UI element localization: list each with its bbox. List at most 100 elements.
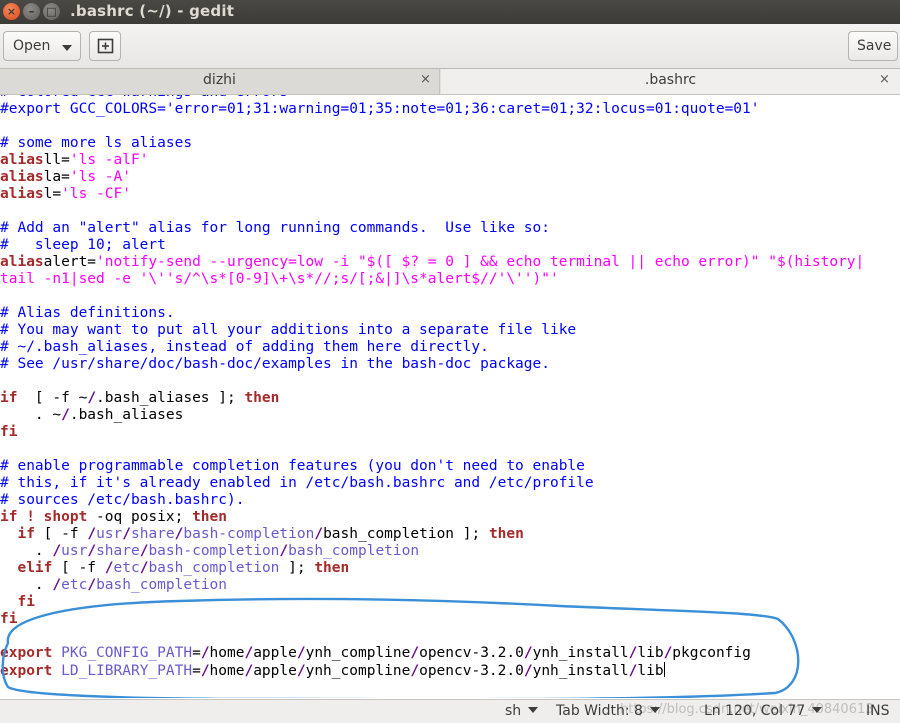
code-line[interactable]: tail -n1|sed -e '\''s/^\s*[0-9]\+\s*//;s… [0, 271, 864, 288]
code-token: if [17, 526, 35, 542]
code-line[interactable]: fi [0, 594, 864, 611]
code-line[interactable]: . /etc/bash_completion [0, 577, 864, 594]
code-line[interactable]: fi [0, 424, 864, 441]
code-line[interactable]: # sleep 10; alert [0, 237, 864, 254]
code-token: / [87, 543, 97, 559]
code-line[interactable]: # Add an "alert" alias for long running … [0, 220, 864, 237]
code-token: / [663, 645, 673, 661]
code-line[interactable]: # ~/.bash_aliases, instead of adding the… [0, 339, 864, 356]
code-token: -oq posix; [87, 509, 193, 525]
code-token: alias [0, 152, 44, 168]
code-token: ynh_compline [305, 663, 411, 679]
code-line[interactable]: # some more ls aliases [0, 135, 864, 152]
tab-dizhi[interactable]: dizhi × [0, 69, 440, 94]
code-line[interactable]: # enable programmable completion feature… [0, 458, 864, 475]
window-title: .bashrc (~/) - gedit [70, 2, 235, 20]
code-line[interactable]: # sources /etc/bash.bashrc). [0, 492, 864, 509]
save-button-label: Save [857, 38, 892, 54]
code-line[interactable]: fi [0, 611, 864, 628]
code-token: etc [61, 577, 88, 593]
code-token: #export GCC_COLORS='error=01;31:warning=… [0, 101, 760, 117]
code-token: share [131, 526, 175, 542]
code-token: alias [0, 169, 44, 185]
code-line[interactable]: if [ -f /usr/share/bash-completion/bash_… [0, 526, 864, 543]
text-editor-area[interactable]: # colored GCC warnings and errors#export… [0, 95, 900, 698]
code-token: / [87, 390, 97, 406]
code-token: # Add an "alert" alias for long running … [0, 220, 550, 236]
close-icon[interactable]: × [879, 72, 890, 87]
window-close-button[interactable]: × [3, 3, 20, 20]
code-token: then [488, 526, 524, 542]
code-line[interactable]: aliasla='ls -A' [0, 169, 864, 186]
code-token: / [244, 663, 254, 679]
code-line[interactable]: # Alias definitions. [0, 305, 864, 322]
code-line[interactable]: export LD_LIBRARY_PATH=/home/apple/ynh_c… [0, 662, 864, 679]
code-token: / [122, 526, 131, 542]
code-line[interactable] [0, 373, 864, 390]
code-line[interactable] [0, 118, 864, 135]
code-token: home [209, 645, 245, 661]
code-token: / [523, 663, 533, 679]
code-token: l= [43, 186, 62, 202]
code-line[interactable]: elif [ -f /etc/bash_completion ]; then [0, 560, 864, 577]
code-token: / [200, 663, 210, 679]
code-token: . ~ [0, 407, 62, 423]
window-minimize-button[interactable]: – [23, 3, 40, 20]
code-token: alias [0, 254, 44, 270]
code-line[interactable]: . /usr/share/bash-completion/bash_comple… [0, 543, 864, 560]
code-token: PKG_CONFIG_PATH [61, 645, 193, 661]
tab-label: .bashrc [644, 72, 697, 88]
code-token: / [279, 543, 289, 559]
new-tab-icon [97, 38, 114, 54]
code-token: / [87, 577, 97, 593]
code-token: / [52, 543, 62, 559]
code-token: = [192, 645, 201, 661]
code-token: bash_completion [288, 543, 420, 559]
code-view[interactable]: # colored GCC warnings and errors#export… [0, 95, 864, 679]
close-icon[interactable]: × [420, 72, 431, 87]
code-token: ]; [279, 560, 315, 576]
text-cursor [663, 662, 665, 677]
cursor-position-selector[interactable]: Ln 120, Col 77 [704, 703, 823, 719]
code-token: tail -n1|sed -e '\''s/^\s*[0-9]\+\s*//;s… [0, 271, 559, 287]
code-line[interactable] [0, 288, 864, 305]
code-line[interactable]: # this, if it's already enabled in /etc/… [0, 475, 864, 492]
code-token: alias [0, 186, 44, 202]
code-token: [ -f [52, 560, 105, 576]
code-token: # colored GCC warnings and errors [0, 95, 288, 100]
code-token: / [410, 663, 420, 679]
code-line[interactable]: # See /usr/share/doc/bash-doc/examples i… [0, 356, 864, 373]
code-line[interactable] [0, 628, 864, 645]
tab-width-label: Tab Width: 8 [556, 703, 643, 719]
code-line[interactable]: # You may want to put all your additions… [0, 322, 864, 339]
tab-bashrc[interactable]: .bashrc × [441, 69, 900, 94]
code-line[interactable] [0, 203, 864, 220]
code-line[interactable]: aliasalert='notify-send --urgency=low -i… [0, 254, 864, 271]
code-token: usr [61, 543, 88, 559]
document-tab-bar: dizhi × .bashrc × [0, 69, 900, 95]
code-token: bash_completion [148, 560, 280, 576]
language-selector[interactable]: sh [505, 703, 539, 719]
tab-width-selector[interactable]: Tab Width: 8 [556, 703, 660, 719]
code-token: / [200, 645, 210, 661]
save-button[interactable]: Save [848, 31, 898, 61]
code-line[interactable]: aliasll='ls -alF' [0, 152, 864, 169]
window-maximize-button[interactable]: □ [43, 3, 60, 20]
code-line[interactable]: if ! shopt -oq posix; then [0, 509, 864, 526]
open-button[interactable]: Open [3, 31, 81, 61]
new-tab-button[interactable] [89, 31, 121, 61]
code-line[interactable] [0, 441, 864, 458]
code-token: ! shopt [17, 509, 88, 525]
code-line[interactable]: . ~/.bash_aliases [0, 407, 864, 424]
code-token: home [209, 663, 245, 679]
code-token: then [244, 390, 280, 406]
code-line[interactable]: export PKG_CONFIG_PATH=/home/apple/ynh_c… [0, 645, 864, 662]
code-token: bash-completion [183, 526, 315, 542]
code-line[interactable]: if [ -f ~/.bash_aliases ]; then [0, 390, 864, 407]
code-line[interactable]: aliasl='ls -CF' [0, 186, 864, 203]
code-line[interactable]: #export GCC_COLORS='error=01;31:warning=… [0, 101, 864, 118]
